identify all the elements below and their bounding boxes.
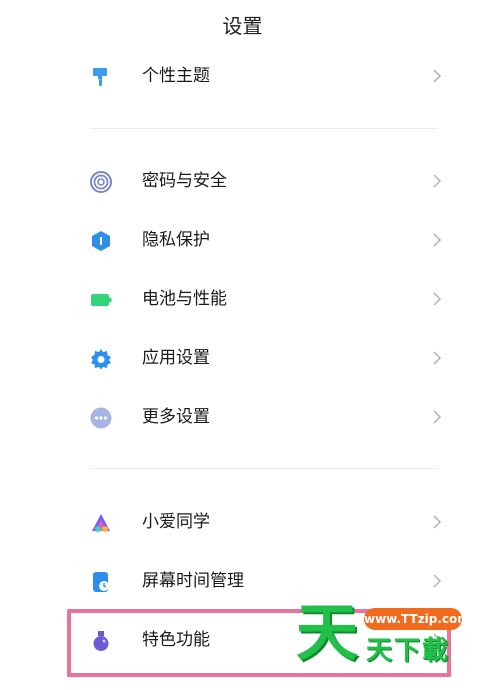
setting-label: 应用设置 [142, 348, 210, 368]
chevron-right-icon [433, 174, 442, 188]
chevron-right-icon [433, 351, 442, 365]
setting-label: 隐私保护 [142, 230, 210, 250]
setting-item-battery-performance[interactable]: 电池与性能 [0, 275, 485, 325]
watermark-text: 天下載 [366, 636, 451, 666]
watermark-big-char: 天 [296, 596, 359, 669]
brush-icon [93, 68, 107, 86]
setting-label: 小爱同学 [142, 512, 210, 532]
gear-icon [91, 349, 111, 370]
page-title: 设置 [222, 14, 263, 38]
setting-label: 电池与性能 [142, 289, 227, 309]
setting-item-password-security[interactable]: 密码与安全 [0, 157, 485, 207]
setting-label: 密码与安全 [142, 171, 227, 191]
setting-label: 屏幕时间管理 [142, 571, 244, 591]
setting-label: 更多设置 [142, 407, 210, 427]
setting-label: 个性主题 [142, 66, 210, 86]
more-dots-icon [90, 407, 112, 429]
screen-time-icon [93, 572, 109, 592]
setting-item-xiaoai[interactable]: 小爱同学 [0, 498, 485, 548]
chevron-right-icon [433, 410, 442, 424]
battery-icon [91, 294, 112, 306]
setting-item-theme[interactable]: 个性主题 [0, 52, 485, 102]
xiaoai-icon [92, 514, 110, 532]
chevron-right-icon [433, 292, 442, 306]
privacy-shield-icon [92, 231, 110, 251]
chevron-right-icon [433, 69, 442, 83]
divider [90, 468, 438, 469]
divider [90, 128, 438, 129]
watermark-logo: 天 www.TTzip.com 天下載 [296, 598, 471, 678]
fingerprint-icon [90, 171, 112, 193]
chevron-right-icon [433, 233, 442, 247]
setting-item-privacy[interactable]: 隐私保护 [0, 216, 485, 266]
chevron-right-icon [433, 574, 442, 588]
setting-item-app-settings[interactable]: 应用设置 [0, 334, 485, 384]
chevron-right-icon [433, 515, 442, 529]
setting-item-more-settings[interactable]: 更多设置 [0, 393, 485, 443]
watermark-url: www.TTzip.com [364, 608, 470, 630]
